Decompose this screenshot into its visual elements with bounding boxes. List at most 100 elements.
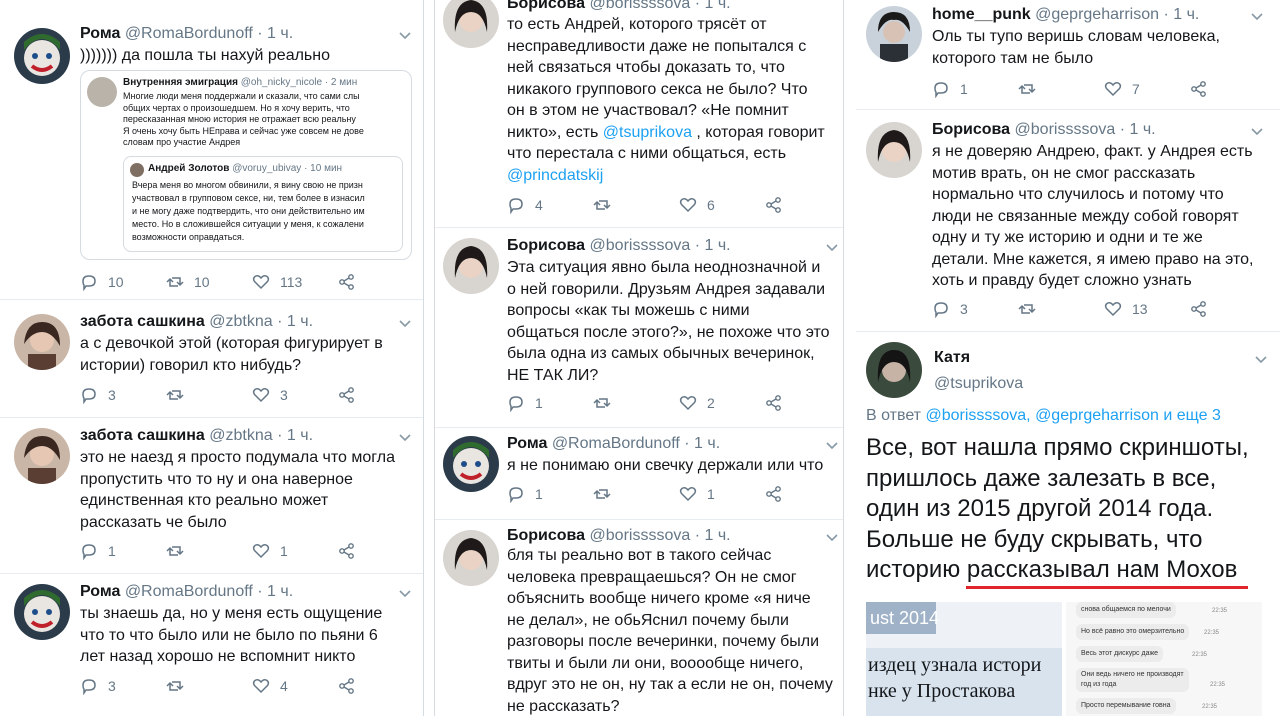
avatar[interactable]	[14, 428, 70, 484]
retweet-button[interactable]	[593, 195, 611, 215]
author-handle[interactable]: @borissssova	[590, 0, 691, 12]
share-button[interactable]	[1190, 79, 1208, 99]
tweet[interactable]: Рома @RomaBordunoff · 1 ч. ))))))) да по…	[0, 0, 423, 300]
author-name[interactable]: Борисова	[507, 0, 585, 12]
chevron-down-icon[interactable]	[1250, 9, 1264, 23]
reply-button[interactable]: 1	[80, 541, 116, 561]
chevron-down-icon[interactable]	[1254, 352, 1268, 366]
tweet[interactable]: Борисова @borissssova · 1 ч. Эта ситуаци…	[435, 228, 843, 428]
tweet[interactable]: Рома @RomaBordunoff · 1 ч. я не понимаю …	[435, 428, 843, 520]
reply-button[interactable]: 3	[932, 299, 968, 319]
reply-button[interactable]: 4	[507, 195, 543, 215]
tweet[interactable]: забота сашкина @zbtkna · 1 ч. а с девочк…	[0, 300, 423, 418]
like-button[interactable]: 113	[252, 272, 302, 292]
retweet-button[interactable]	[166, 541, 184, 561]
author-handle[interactable]: @zbtkna	[209, 313, 272, 330]
author-name[interactable]: забота сашкина	[80, 313, 205, 330]
chevron-down-icon[interactable]	[398, 586, 412, 600]
avatar[interactable]	[14, 314, 70, 370]
avatar[interactable]	[866, 342, 922, 398]
chevron-down-icon[interactable]	[1250, 124, 1264, 138]
reply-button[interactable]: 1	[507, 393, 543, 413]
author-handle[interactable]: @RomaBordunoff	[552, 435, 680, 452]
share-button[interactable]	[1190, 299, 1208, 319]
reply-button[interactable]: 10	[80, 272, 124, 292]
author-name[interactable]: home__punk	[932, 6, 1031, 23]
author-handle[interactable]: @borissssova	[590, 527, 691, 544]
quoted-tweet[interactable]: Внутренняя эмиграция @oh_nicky_nicole · …	[80, 70, 412, 260]
author-name[interactable]: Рома	[80, 25, 120, 42]
chevron-down-icon[interactable]	[825, 530, 839, 544]
retweet-button[interactable]	[593, 393, 611, 413]
share-button[interactable]	[338, 676, 356, 696]
nested-quoted-tweet[interactable]: Андрей Золотов @voruy_ubivay · 10 мин Вч…	[123, 156, 403, 252]
retweet-button[interactable]	[1018, 79, 1036, 99]
retweet-count: 10	[194, 274, 210, 290]
tweet[interactable]: Борисова @borissssova · 1 ч. то есть Анд…	[435, 0, 843, 228]
author-name[interactable]: Катя	[934, 349, 970, 366]
avatar[interactable]	[443, 0, 499, 48]
share-button[interactable]	[338, 272, 356, 292]
chevron-down-icon[interactable]	[825, 438, 839, 452]
share-button[interactable]	[765, 484, 783, 504]
reply-button[interactable]: 3	[80, 385, 116, 405]
avatar-joker[interactable]	[14, 584, 70, 640]
like-button[interactable]: 6	[679, 195, 715, 215]
author-handle[interactable]: @tsuprikova	[934, 375, 1023, 392]
author-handle[interactable]: @RomaBordunoff	[125, 583, 253, 600]
share-button[interactable]	[765, 393, 783, 413]
avatar[interactable]	[443, 238, 499, 294]
share-button[interactable]	[765, 195, 783, 215]
like-button[interactable]: 3	[252, 385, 288, 405]
attached-screenshot-1[interactable]: ust 2014 издец узнала истори нке у Прост…	[866, 602, 1062, 716]
author-name[interactable]: Борисова	[507, 527, 585, 544]
author-name[interactable]: Борисова	[507, 237, 585, 254]
avatar[interactable]	[443, 530, 499, 586]
author-name[interactable]: Рома	[507, 435, 547, 452]
reply-mentions-link[interactable]: @borissssova, @geprgeharrison и еще 3	[925, 407, 1220, 424]
chevron-down-icon[interactable]	[398, 430, 412, 444]
mention-link[interactable]: @princdatskij	[507, 167, 603, 184]
author-name[interactable]: Рома	[80, 583, 120, 600]
author-name[interactable]: Борисова	[932, 121, 1010, 138]
avatar[interactable]	[866, 122, 922, 178]
share-button[interactable]	[338, 385, 356, 405]
like-button[interactable]: 4	[252, 676, 288, 696]
chevron-down-icon[interactable]	[398, 28, 412, 42]
tweet[interactable]: Борисова @borissssova · 1 ч. я не доверя…	[856, 110, 1280, 332]
reply-button[interactable]: 1	[932, 79, 968, 99]
reply-button[interactable]: 1	[507, 484, 543, 504]
like-button[interactable]: 2	[679, 393, 715, 413]
author-handle[interactable]: @zbtkna	[209, 427, 272, 444]
tweet[interactable]: Борисова @borissssova · 1 ч. бля ты реал…	[435, 520, 843, 716]
author-name[interactable]: забота сашкина	[80, 427, 205, 444]
tweet[interactable]: забота сашкина @zbtkna · 1 ч. это не нае…	[0, 418, 423, 574]
tweet[interactable]: Рома @RomaBordunoff · 1 ч. ты знаешь да,…	[0, 574, 423, 716]
avatar-joker[interactable]	[443, 436, 499, 492]
mention-link[interactable]: @tsuprikova	[603, 124, 692, 141]
retweet-button[interactable]	[1018, 299, 1036, 319]
like-button[interactable]: 1	[679, 484, 715, 504]
like-button[interactable]: 7	[1104, 79, 1140, 99]
avatar[interactable]	[866, 6, 922, 62]
tweet[interactable]: home__punk @geprgeharrison · 1 ч. Оль ты…	[856, 0, 1280, 110]
retweet-button[interactable]: 10	[166, 272, 210, 292]
like-button[interactable]: 1	[252, 541, 288, 561]
author-handle[interactable]: @borissssova	[590, 237, 691, 254]
share-button[interactable]	[338, 541, 356, 561]
focused-tweet-text: Все, вот нашла прямо скриншоты, пришлось…	[866, 434, 1249, 583]
like-button[interactable]: 13	[1104, 299, 1148, 319]
timeline-column-1: Рома @RomaBordunoff · 1 ч. ))))))) да по…	[0, 0, 424, 716]
chevron-down-icon[interactable]	[398, 316, 412, 330]
attached-screenshot-2[interactable]: снова общаемся по мелочи 22:35 Но всё ра…	[1066, 602, 1262, 716]
retweet-button[interactable]	[593, 484, 611, 504]
reply-button[interactable]: 3	[80, 676, 116, 696]
retweet-button[interactable]	[166, 676, 184, 696]
chevron-down-icon[interactable]	[825, 240, 839, 254]
author-handle[interactable]: @RomaBordunoff	[125, 25, 253, 42]
quoted-author-name: Внутренняя эмиграция	[123, 77, 238, 88]
author-handle[interactable]: @borissssova	[1015, 121, 1116, 138]
retweet-button[interactable]	[166, 385, 184, 405]
avatar-joker[interactable]	[14, 28, 70, 84]
author-handle[interactable]: @geprgeharrison	[1035, 6, 1159, 23]
